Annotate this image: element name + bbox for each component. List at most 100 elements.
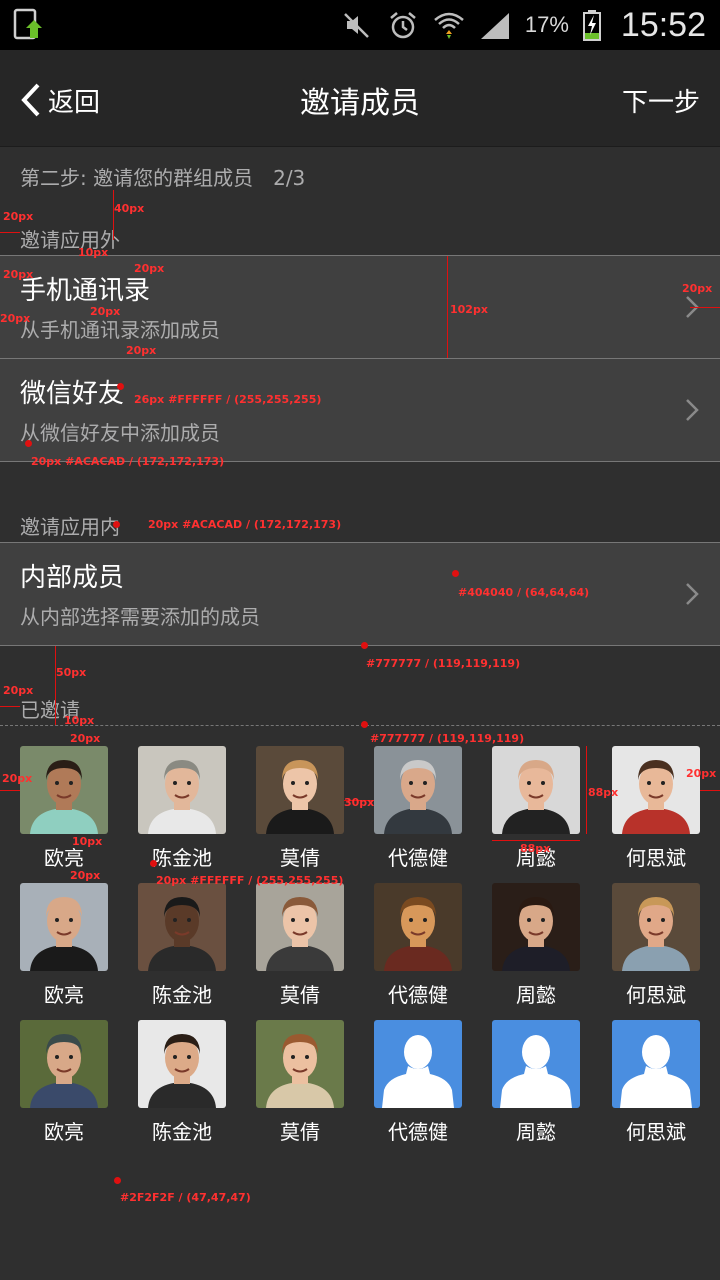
- battery-icon: [582, 10, 601, 41]
- member-name: 莫倩: [280, 1120, 320, 1144]
- annotation-label: 20px: [90, 305, 121, 318]
- step-indicator: 第二步: 邀请您的群组成员 2/3: [20, 166, 306, 190]
- default-avatar-icon: [612, 1020, 700, 1108]
- annotation-label: #2F2F2F / (47,47,47): [120, 1191, 251, 1204]
- member-item[interactable]: 何思斌: [612, 883, 700, 1008]
- member-item[interactable]: 代德健: [374, 1020, 462, 1145]
- member-name: 欧亮: [44, 1120, 84, 1144]
- row-wechat-friends[interactable]: 微信好友 从微信好友中添加成员: [0, 358, 720, 462]
- member-avatar: [20, 746, 108, 834]
- annotation-label: 20px: [3, 684, 34, 697]
- member-avatar: [374, 746, 462, 834]
- member-name: 欧亮: [44, 846, 84, 870]
- row-title: 内部成员: [20, 563, 125, 593]
- annotation-line: [586, 746, 587, 834]
- annotation-line: [0, 790, 20, 791]
- annotation-line: [492, 840, 580, 841]
- member-name: 陈金池: [152, 846, 212, 870]
- annotation-dot: [117, 383, 124, 390]
- alarm-icon: [390, 12, 416, 39]
- member-name: 代德健: [388, 983, 448, 1007]
- annotation-label: 20px: [2, 772, 33, 785]
- member-item[interactable]: 周懿: [492, 1020, 580, 1145]
- member-name: 欧亮: [44, 983, 84, 1007]
- page-title: 邀请成员: [300, 86, 420, 121]
- row-subtitle: 从内部选择需要添加的成员: [20, 605, 260, 629]
- member-name: 莫倩: [280, 846, 320, 870]
- member-item[interactable]: 何思斌: [612, 746, 700, 871]
- member-name: 何思斌: [626, 983, 686, 1007]
- member-avatar: [492, 746, 580, 834]
- annotation-label: 20px: [134, 262, 165, 275]
- annotation-dot: [150, 860, 157, 867]
- row-subtitle: 从微信好友中添加成员: [20, 421, 220, 445]
- member-name: 莫倩: [280, 983, 320, 1007]
- mute-icon: [343, 13, 369, 38]
- signal-icon: [480, 13, 509, 39]
- member-name: 何思斌: [626, 1120, 686, 1144]
- row-internal-members[interactable]: 内部成员 从内部选择需要添加的成员: [0, 542, 720, 646]
- next-step-button[interactable]: 下一步: [622, 82, 700, 119]
- annotation-label: 26px #FFFFFF / (255,255,255): [134, 393, 322, 406]
- annotation-label: 20px: [70, 732, 101, 745]
- member-avatar: [256, 883, 344, 971]
- app-update-icon: [13, 8, 42, 40]
- member-avatar: [138, 883, 226, 971]
- member-item[interactable]: 欧亮: [20, 883, 108, 1008]
- member-avatar: [612, 883, 700, 971]
- annotation-label: 10px: [72, 835, 103, 848]
- member-avatar: [20, 1020, 108, 1108]
- annotation-line: [0, 706, 20, 707]
- member-name: 何思斌: [626, 846, 686, 870]
- annotation-label: 50px: [56, 666, 87, 679]
- annotation-label: 102px: [450, 303, 488, 316]
- member-avatar: [256, 1020, 344, 1108]
- annotation-line: [113, 190, 114, 240]
- member-item[interactable]: 代德健: [374, 746, 462, 871]
- member-item[interactable]: 莫倩: [256, 746, 344, 871]
- annotation-label: 20px #FFFFFF / (255,255,255): [156, 874, 344, 887]
- annotation-line: [700, 790, 720, 791]
- member-item[interactable]: 周懿: [492, 883, 580, 1008]
- annotation-label: 20px: [70, 869, 101, 882]
- annotation-dot: [114, 1177, 121, 1184]
- member-item[interactable]: 陈金池: [138, 1020, 226, 1145]
- wifi-icon: [434, 12, 464, 39]
- member-item[interactable]: 陈金池: [138, 883, 226, 1008]
- chevron-right-icon: [686, 399, 699, 421]
- member-item[interactable]: 欧亮: [20, 1020, 108, 1145]
- chevron-right-icon: [686, 583, 699, 605]
- member-item[interactable]: 何思斌: [612, 1020, 700, 1145]
- annotation-label: 20px #ACACAD / (172,172,173): [148, 518, 342, 531]
- member-avatar: [138, 1020, 226, 1108]
- battery-percent: 17%: [524, 12, 569, 37]
- member-item[interactable]: 欧亮: [20, 746, 108, 871]
- annotation-label: 20px: [126, 344, 157, 357]
- annotation-line: [0, 232, 20, 233]
- annotation-label: 20px: [3, 210, 34, 223]
- annotation-label: 88px: [588, 786, 619, 799]
- default-avatar-icon: [374, 1020, 462, 1108]
- annotation-label: 20px #ACACAD / (172,172,173): [31, 455, 225, 468]
- annotation-line: [690, 307, 720, 308]
- annotation-label: 40px: [114, 202, 145, 215]
- member-avatar: [612, 746, 700, 834]
- annotation-dot: [452, 570, 459, 577]
- annotation-label: #777777 / (119,119,119): [370, 732, 525, 745]
- member-name: 代德健: [388, 1120, 448, 1144]
- annotation-line: [447, 256, 448, 358]
- default-avatar-icon: [492, 1020, 580, 1108]
- clock: 15:52: [620, 5, 706, 44]
- section-label-inside: 邀请应用内: [20, 515, 120, 539]
- member-avatar: [138, 746, 226, 834]
- member-name: 陈金池: [152, 1120, 212, 1144]
- annotation-label: 10px: [78, 246, 109, 259]
- member-item[interactable]: 莫倩: [256, 1020, 344, 1145]
- annotation-label: 20px: [0, 312, 31, 325]
- member-item[interactable]: 陈金池: [138, 746, 226, 871]
- status-bar: 17% 15:52: [0, 0, 720, 50]
- member-item[interactable]: 代德健: [374, 883, 462, 1008]
- member-item[interactable]: 莫倩: [256, 883, 344, 1008]
- row-subtitle: 从手机通讯录添加成员: [20, 318, 220, 342]
- member-name: 周懿: [516, 1120, 556, 1144]
